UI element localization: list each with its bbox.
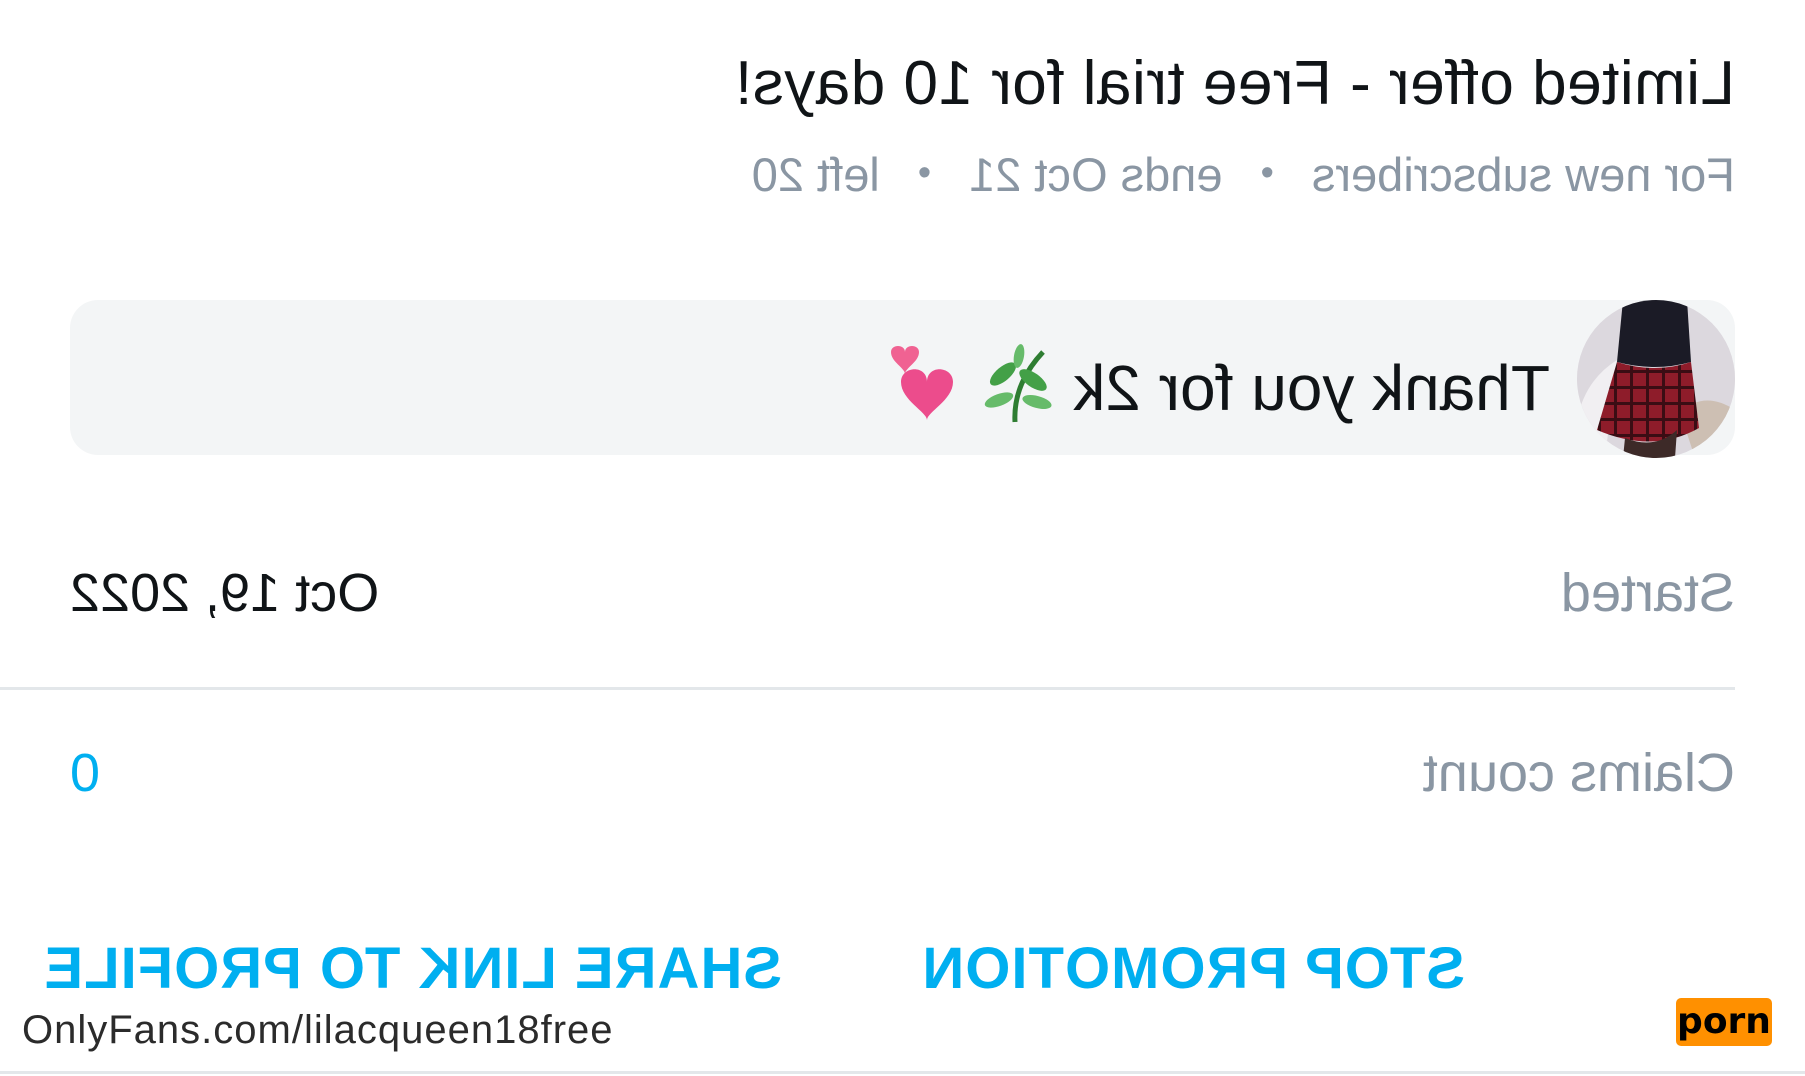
stop-promotion-button[interactable]: STOP PROMOTION bbox=[921, 935, 1465, 1002]
separator-dot: • bbox=[1260, 152, 1274, 194]
offer-remaining: left 20 bbox=[751, 148, 880, 201]
claims-value[interactable]: 0 bbox=[70, 742, 100, 804]
divider bbox=[0, 687, 1735, 690]
herb-and-hearts-icon bbox=[885, 344, 1055, 439]
offer-meta: For new subscribers • ends Oct 21 • left 20 bbox=[535, 147, 1735, 202]
offer-title: Limited offer - Free trial for 10 days! bbox=[734, 49, 1735, 118]
avatar-photo-icon bbox=[1577, 300, 1735, 458]
started-label: Started bbox=[1560, 563, 1735, 623]
claims-row: Claims count 0 bbox=[70, 742, 1735, 808]
watermark-logo: porn bbox=[1676, 998, 1772, 1046]
started-value: Oct 19, 2022 bbox=[70, 563, 380, 623]
share-link-button[interactable]: SHARE LINK TO PROFILE bbox=[43, 935, 782, 1002]
offer-end-date: ends Oct 21 bbox=[969, 148, 1223, 201]
avatar[interactable] bbox=[1577, 300, 1735, 458]
watermark-url: OnlyFans.com/lilacqueen18free bbox=[22, 1008, 614, 1052]
offer-audience: For new subscribers bbox=[1311, 148, 1735, 201]
offer-header: Limited offer - Free trial for 10 days! … bbox=[535, 48, 1735, 202]
promo-message-card: Thank you for 2k bbox=[70, 300, 1735, 458]
started-row: Started Oct 19, 2022 bbox=[70, 562, 1735, 628]
separator-dot: • bbox=[917, 152, 932, 194]
bottom-divider bbox=[0, 1071, 1805, 1074]
promotion-panel: Limited offer - Free trial for 10 days! … bbox=[0, 0, 1805, 1076]
promo-message-text: Thank you for 2k bbox=[1073, 352, 1550, 424]
promo-message: Thank you for 2k bbox=[885, 344, 1550, 439]
promotion-actions: STOP PROMOTION SHARE LINK TO PROFILE bbox=[0, 935, 1805, 1005]
claims-label: Claims count bbox=[1422, 743, 1735, 803]
